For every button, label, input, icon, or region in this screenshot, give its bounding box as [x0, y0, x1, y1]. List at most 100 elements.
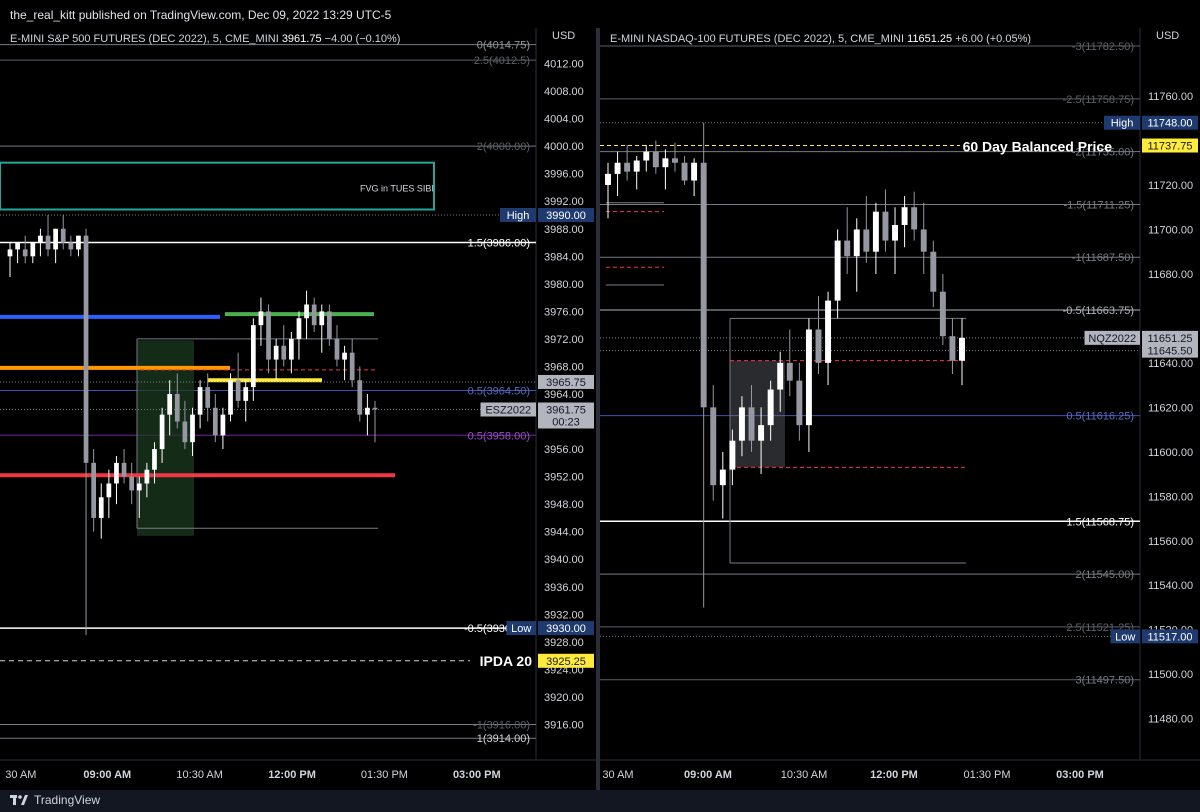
candle-body	[930, 251, 937, 292]
level-label: -3(11782.50)	[1072, 41, 1134, 53]
price-badge-tag-text: NQZ2022	[1088, 333, 1136, 345]
candle-body	[288, 338, 294, 360]
candle-body	[83, 235, 89, 463]
candle-body	[796, 380, 803, 426]
candle-body	[959, 337, 965, 361]
candle-body	[882, 211, 889, 241]
level-label: 2(11545.00)	[1075, 569, 1134, 581]
candle-body	[939, 291, 946, 337]
y-tick-label: 11560.00	[1148, 536, 1193, 548]
candle-body	[342, 352, 347, 360]
chart-title-change: +6.00 (+0.05%)	[955, 33, 1031, 45]
candle-body	[7, 249, 13, 257]
candle-body	[691, 162, 698, 181]
chart-title-price: 11651.25	[907, 33, 955, 45]
candle-body	[700, 162, 707, 408]
x-tick-label: 10:30 AM	[781, 769, 827, 781]
candle-body	[633, 160, 640, 172]
chart-title-change: −4.00 (−0.10%)	[325, 33, 401, 45]
y-tick-label: 3936.00	[544, 582, 584, 594]
price-badge-timer: 00:23	[552, 416, 580, 428]
level-label: 2(4000.00)	[477, 141, 530, 153]
price-badge-value: 11737.75	[1147, 141, 1192, 153]
candle-body	[681, 162, 688, 181]
candle-body	[68, 242, 74, 250]
price-badge-value: 3965.75	[546, 377, 586, 389]
candle-body	[22, 249, 28, 257]
fvg-label: FVG in TUES SIBI	[360, 183, 434, 193]
candle-body	[174, 394, 180, 422]
candle-body	[949, 336, 956, 361]
price-badge-tag-text: Low	[1115, 631, 1135, 643]
candle-body	[853, 229, 860, 257]
candle-body	[901, 207, 908, 226]
level-label: 2.5(4012.5)	[474, 55, 530, 67]
candle-body	[304, 304, 309, 319]
candle-body	[786, 362, 793, 381]
level-label: -0.5(11663.75)	[1063, 305, 1134, 317]
price-badge-tag-text: High	[1111, 118, 1134, 130]
chart-pane-es[interactable]: 0(4014.75) 2.5(4012.5) 2(4000.00) 1.5(3986.…	[0, 28, 596, 790]
y-tick-label: 3976.00	[544, 306, 584, 318]
candle-body	[825, 300, 832, 363]
x-tick-label: 01:30 PM	[361, 769, 408, 781]
candle-body	[159, 414, 165, 450]
y-tick-label: 3948.00	[544, 499, 584, 511]
y-tick-label: 3952.00	[544, 472, 584, 484]
y-tick-label: 3968.00	[544, 361, 584, 373]
candle-body	[243, 387, 249, 401]
price-badge-value: 11748.00	[1147, 118, 1192, 130]
top-bar: the_real_kitt published on TradingView.c…	[0, 0, 1200, 28]
candle-body	[273, 345, 279, 360]
candle-body	[327, 311, 332, 339]
y-tick-label: 11580.00	[1148, 491, 1193, 503]
candle-body	[197, 387, 203, 415]
candle-body	[258, 311, 264, 326]
candle-body	[614, 162, 621, 174]
tradingview-logo[interactable]: TradingView	[10, 793, 100, 807]
publisher-line: the_real_kitt published on TradingView.c…	[10, 8, 392, 22]
price-badge-tag-text: High	[507, 210, 530, 222]
level-label: 0.5(11616.25)	[1066, 411, 1134, 423]
y-tick-label: 3996.00	[544, 169, 584, 181]
x-tick-label: 10:30 AM	[176, 769, 222, 781]
x-tick-label: 03:00 PM	[1056, 769, 1104, 781]
candle-body	[758, 425, 765, 441]
candle-body	[15, 242, 20, 250]
candle-body	[136, 483, 142, 491]
x-tick-label: 12:00 PM	[268, 769, 316, 781]
y-tick-label: 11620.00	[1148, 402, 1193, 414]
x-tick-label: 09:00 AM	[83, 769, 131, 781]
price-badge-value: 3930.00	[546, 623, 586, 635]
level-label: 1(3914.00)	[477, 733, 530, 745]
y-tick-label: 3940.00	[544, 554, 584, 566]
candle-body	[624, 162, 631, 172]
y-tick-label: 3980.00	[544, 279, 584, 291]
y-tick-label: 3972.00	[544, 334, 584, 346]
y-tick-label: 3944.00	[544, 527, 584, 539]
candle-body	[920, 229, 927, 252]
level-label: -1(3916.00)	[473, 719, 530, 731]
y-tick-label: 3984.00	[544, 251, 584, 263]
level-label: -2.5(11758.75)	[1063, 94, 1134, 106]
chart-pane-nq[interactable]: -3(11782.50) -2.5(11758.75) -2(11735.00) -1…	[600, 28, 1200, 790]
chart-title: E-MINI S&P 500 FUTURES (DEC 2022), 5, CM…	[10, 33, 400, 45]
candle-body	[349, 352, 355, 381]
candle-body	[334, 338, 340, 360]
candle-body	[129, 476, 135, 491]
level-label: 1.5(11568.75)	[1066, 516, 1134, 528]
candle-body	[662, 158, 669, 168]
candle-body	[53, 228, 58, 250]
candle-body	[121, 462, 127, 477]
candle-body	[190, 414, 195, 443]
candle-body	[643, 151, 650, 161]
nq-chart-svg[interactable]: -3(11782.50)-2.5(11758.75)-2(11735.00)-1…	[600, 28, 1200, 790]
candle-body	[106, 483, 112, 498]
candle-body	[235, 380, 241, 401]
y-tick-label: 3920.00	[544, 692, 584, 704]
y-tick-label: 11700.00	[1148, 224, 1193, 236]
es-chart-svg[interactable]: 0(4014.75) 2.5(4012.5) 2(4000.00) 1.5(3986.…	[0, 28, 596, 790]
shaded-zone	[730, 360, 785, 468]
price-badge-value: 11651.25	[1147, 333, 1192, 345]
balanced-price-label: 60 Day Balanced Price	[963, 139, 1113, 155]
